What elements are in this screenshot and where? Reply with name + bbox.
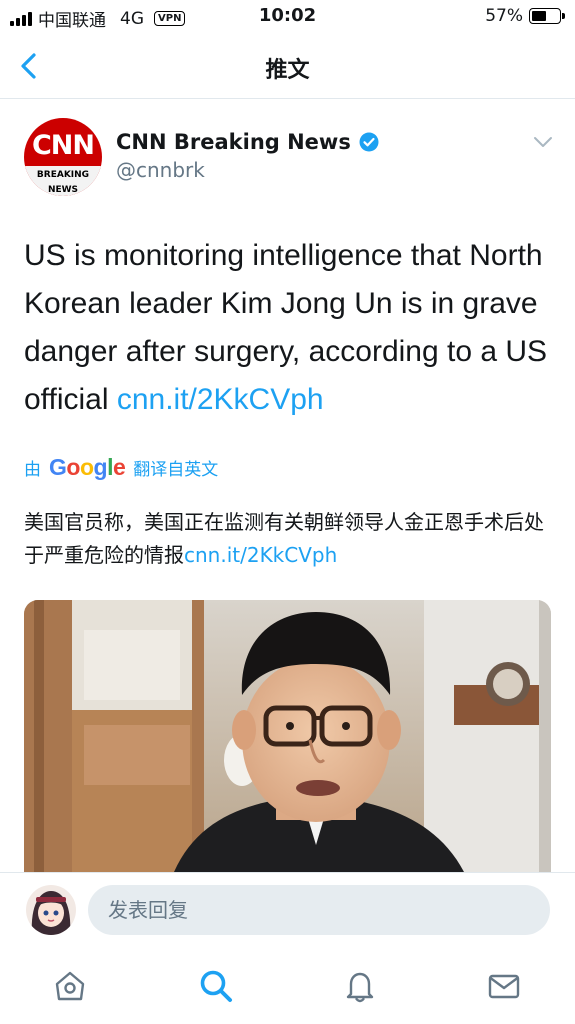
author-name[interactable]: CNN Breaking News [116,130,379,154]
search-icon [200,970,232,1002]
tab-search[interactable] [196,966,236,1006]
status-right: 57% [485,6,565,26]
mail-icon [488,974,520,999]
tab-home[interactable] [50,966,90,1006]
user-avatar[interactable] [26,885,76,935]
author-avatar[interactable]: CNN BREAKING NEWS [24,118,102,196]
translate-suffix: 翻译自英文 [133,460,219,480]
anime-avatar-image [26,885,76,935]
bell-icon [346,972,374,1003]
translate-prefix: 由 [24,460,41,480]
portrait-photo [24,600,551,872]
tab-notifications[interactable] [340,966,380,1006]
tweet-photo[interactable] [24,600,551,872]
home-icon [55,971,85,1001]
google-logo: Google [49,454,126,480]
status-bar: 中国联通 4G VPN 10:02 57% [0,0,575,34]
tweet-link[interactable]: cnn.it/2KkCVph [117,383,324,416]
tab-bar [0,946,575,1024]
author-name-text: CNN Breaking News [116,130,351,154]
chevron-down-icon[interactable] [532,135,554,149]
battery-percent: 57% [485,6,523,26]
avatar-band: BREAKING NEWS [24,166,102,196]
translated-text: 美国官员称，美国正在监测有关朝鲜领导人金正恩手术后处于严重危险的情报cnn.it… [24,506,559,572]
cnn-logo: CNN [31,130,95,161]
avatar-band-line2: NEWS [47,185,79,195]
nav-bar: 推文 [0,34,575,99]
translate-attribution[interactable]: 由 Google 翻译自英文 [24,454,218,481]
tweet-text: US is monitoring intelligence that North… [24,232,559,424]
battery-icon [529,8,565,24]
page-title: 推文 [265,58,310,83]
reply-input[interactable]: 发表回复 [88,885,550,935]
avatar-band-line1: BREAKING [36,170,90,180]
verified-icon [359,132,379,152]
tab-messages[interactable] [484,966,524,1006]
author-handle[interactable]: @cnnbrk [116,158,205,182]
reply-bar: 发表回复 [0,872,575,947]
translated-link[interactable]: cnn.it/2KkCVph [184,543,337,567]
